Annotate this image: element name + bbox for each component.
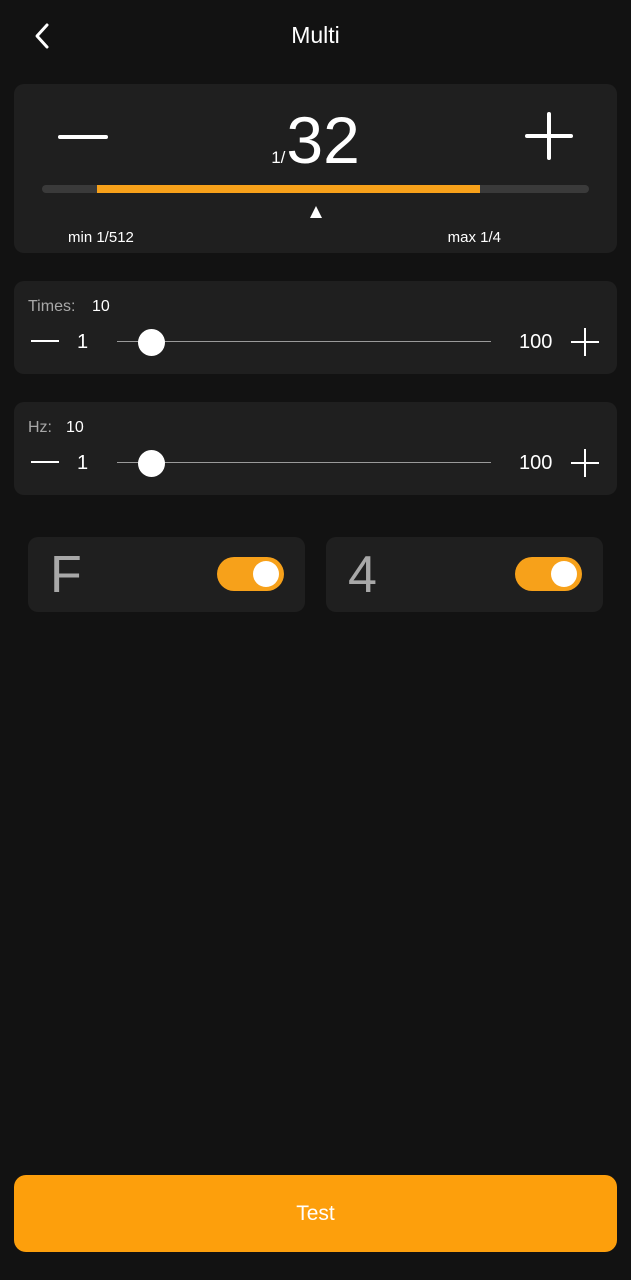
times-current-value: 10 [92,298,110,315]
times-decrease-button[interactable] [28,329,62,353]
times-slider-track[interactable] [117,341,491,342]
header: Multi [0,0,631,72]
hz-decrease-button[interactable] [28,450,62,474]
hz-min-label: 1 [77,452,89,474]
test-button[interactable]: Test [14,1175,617,1252]
toggle-knob [551,561,577,587]
toggle-switch-4[interactable] [515,557,582,591]
hz-increase-button[interactable] [568,446,602,480]
power-min-label: min 1/512 [68,229,134,246]
toggle-card-4: 4 [326,537,603,612]
times-card: Times: 10 1 100 [14,281,617,374]
power-range-track[interactable] [42,185,589,193]
minus-icon [31,461,59,463]
toggle-knob [253,561,279,587]
minus-icon [31,340,59,342]
hz-label: Hz: [28,419,52,436]
times-slider-thumb[interactable] [137,329,165,356]
times-label: Times: [28,298,76,315]
times-max-label: 100 [519,331,553,353]
hz-slider-track[interactable] [117,462,491,463]
hz-max-label: 100 [519,452,553,474]
plus-icon [525,112,573,160]
times-increase-button[interactable] [568,325,602,359]
times-min-label: 1 [77,331,89,353]
power-max-label: max 1/4 [447,229,501,246]
hz-current-value: 10 [66,419,84,436]
plus-icon [571,328,599,356]
hz-slider-thumb[interactable] [137,450,165,477]
power-pointer-icon [309,205,323,219]
power-increase-button[interactable] [524,111,574,161]
power-prefix: 1/ [271,148,286,167]
toggle-card-f: F [28,537,305,612]
toggle-label-4: 4 [348,546,377,604]
power-card: 1/32 min 1/512 max 1/4 [14,84,617,253]
toggle-switch-f[interactable] [217,557,284,591]
toggle-label-f: F [50,546,82,604]
power-range-fill [96,185,480,193]
plus-icon [571,449,599,477]
hz-card: Hz: 10 1 100 [14,402,617,495]
power-denominator: 32 [286,103,360,177]
page-title: Multi [291,22,340,48]
